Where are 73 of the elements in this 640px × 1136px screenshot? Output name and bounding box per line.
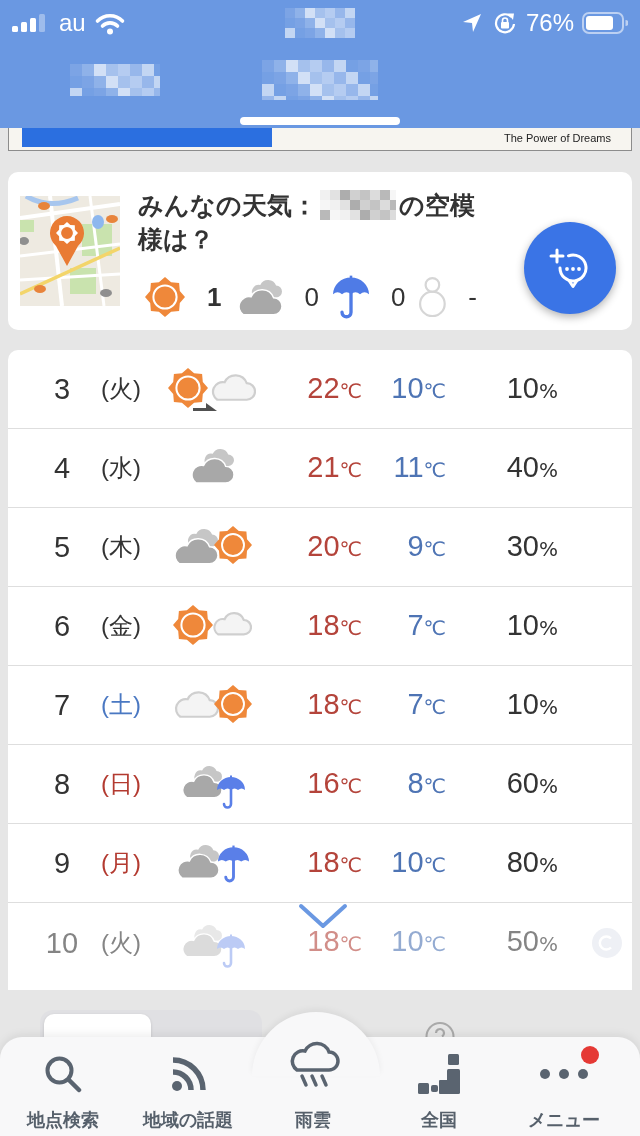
post-button[interactable] (524, 222, 616, 314)
date-number: 8 (52, 767, 72, 801)
pixelated-text (285, 8, 355, 38)
precipitation-chance: 50% (505, 924, 558, 959)
precipitation-chance: 10% (505, 370, 558, 406)
date-number: 4 (52, 451, 72, 485)
rotation-lock-icon (493, 12, 516, 34)
high-temperature: 22℃ (306, 370, 362, 406)
weekday: (土) (101, 690, 142, 720)
snowman-icon (419, 276, 447, 318)
date-number: 6 (52, 609, 72, 643)
weekday: (月) (101, 848, 142, 878)
high-temperature: 18℃ (306, 607, 362, 643)
weekday: (火) (101, 927, 142, 958)
blocks-icon (416, 1053, 461, 1095)
low-temperature: 11℃ (392, 449, 446, 485)
vote-count: 0 (390, 282, 406, 312)
weekday: (日) (101, 769, 142, 799)
nav-button[interactable]: 地点検索 (0, 1037, 126, 1136)
low-temperature: 10℃ (390, 370, 446, 406)
vote-count: 1 (207, 282, 222, 312)
carrier-name: au (59, 9, 86, 37)
help-icon[interactable] (425, 1020, 455, 1037)
card-title: みんなの天気： (138, 190, 317, 221)
ad-slogan: The Power of Dreams (504, 132, 611, 145)
nav-button[interactable]: 全国 (376, 1037, 502, 1136)
search-icon (43, 1055, 82, 1093)
precipitation-chance: 80% (505, 844, 558, 880)
weekday: (金) (101, 611, 142, 641)
precipitation-chance: 10% (505, 686, 558, 722)
rss-icon (169, 1055, 207, 1093)
chevron-down-icon[interactable] (297, 902, 349, 930)
low-temperature: 7℃ (406, 607, 446, 643)
nav-button[interactable]: メニュー (501, 1037, 627, 1136)
precipitation-chance: 30% (505, 528, 558, 564)
precipitation-chance: 10% (505, 607, 558, 643)
date-number: 9 (52, 846, 72, 880)
precipitation-chance: 40% (505, 449, 558, 485)
card-title: の空模 (399, 190, 475, 221)
high-temperature: 18℃ (306, 686, 362, 722)
wifi-icon (93, 11, 126, 35)
low-temperature: 8℃ (406, 765, 446, 801)
date-number: 7 (52, 688, 72, 722)
date-number: 3 (52, 372, 72, 406)
nav-button[interactable]: 雨雲 (250, 1037, 377, 1136)
high-temperature: 21℃ (306, 449, 362, 485)
signal-icon (12, 14, 45, 32)
segment-tab[interactable] (44, 1014, 151, 1037)
high-temperature: 18℃ (306, 844, 362, 880)
dots-icon (539, 1068, 590, 1080)
low-temperature: 10℃ (390, 844, 446, 880)
high-temperature: 18℃ (306, 924, 362, 959)
nav-button[interactable]: 地域の話題 (125, 1037, 251, 1136)
segmented-control[interactable] (40, 1010, 262, 1037)
date-number: 5 (52, 530, 72, 564)
weekday: (木) (101, 532, 142, 562)
high-temperature: 20℃ (306, 528, 362, 564)
date-number: 10 (44, 925, 80, 960)
low-temperature: 9℃ (406, 528, 446, 564)
high-temperature: 16℃ (306, 765, 362, 801)
low-temperature: 10℃ (390, 924, 446, 959)
low-temperature: 7℃ (406, 686, 446, 722)
precipitation-chance: 60% (505, 765, 558, 801)
location-arrow-icon (461, 13, 482, 33)
battery-percentage: 76% (525, 9, 574, 37)
sun-icon (145, 277, 185, 317)
card-title: 様は？ (138, 224, 214, 255)
weekday: (水) (101, 453, 142, 483)
weekday: (火) (101, 374, 142, 404)
battery-icon (582, 12, 628, 34)
umbrella-icon (332, 275, 369, 319)
vote-count: 0 (304, 282, 319, 312)
vote-count: - (468, 282, 477, 312)
